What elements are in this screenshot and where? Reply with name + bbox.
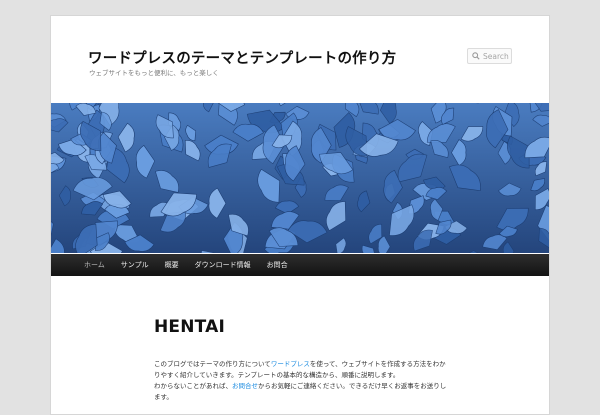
- paragraph: このブログではテーマの作り方についてワードプレスを使って、ウェブサイトを作成する…: [154, 359, 452, 381]
- inline-link[interactable]: ワードプレス: [271, 360, 310, 368]
- post-title[interactable]: HENTAI: [154, 317, 225, 337]
- page-container: ワードプレスのテーマとテンプレートの作り方 ウェブサイトをもっと便利に、もっと楽…: [50, 15, 550, 415]
- nav-item-overview[interactable]: 概要: [165, 260, 179, 270]
- paragraph-text: 順番に説明します。: [341, 371, 400, 379]
- search-input[interactable]: [481, 50, 513, 62]
- nav-item-home[interactable]: ホーム: [84, 260, 105, 270]
- header-image: [51, 103, 549, 253]
- post-content: このブログではテーマの作り方についてワードプレスを使って、ウェブサイトを作成する…: [154, 359, 452, 403]
- main-navigation: ホーム サンプル 概要 ダウンロード情報 お問合: [51, 254, 549, 276]
- site-title[interactable]: ワードプレスのテーマとテンプレートの作り方: [88, 47, 396, 68]
- search-box[interactable]: [467, 48, 513, 64]
- site-description: ウェブサイトをもっと便利に、もっと楽しく: [89, 69, 219, 77]
- nav-item-sample[interactable]: サンプル: [121, 260, 149, 270]
- search-icon: [471, 51, 481, 61]
- paragraph-text: わからないことがあれば、: [154, 382, 232, 390]
- nav-item-contact[interactable]: お問合: [267, 260, 288, 270]
- paragraph-text: このブログではテーマの作り方について: [154, 360, 271, 368]
- inline-link[interactable]: お問合せ: [232, 382, 258, 390]
- nav-item-download[interactable]: ダウンロード情報: [195, 260, 251, 270]
